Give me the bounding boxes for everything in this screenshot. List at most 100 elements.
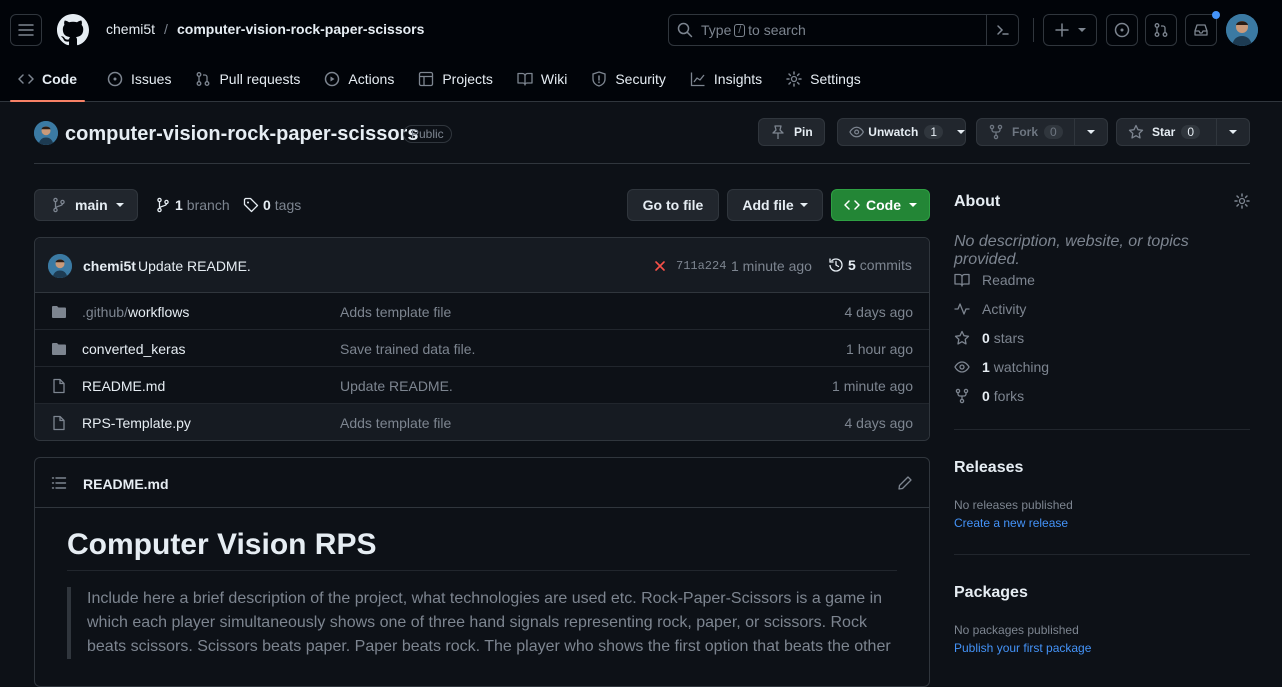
book-icon [954,273,970,287]
file-name[interactable]: .github/workflows [82,304,189,320]
tab-label: Security [615,71,666,87]
star-button[interactable]: Star 0 [1116,118,1250,146]
search-input[interactable]: Type / to search [668,14,1019,46]
pencil-icon[interactable] [897,475,913,491]
tab-projects[interactable]: Projects [410,61,501,97]
owner-link[interactable]: chemi5t [106,21,155,37]
watching-link[interactable]: 1 watching [954,359,1049,375]
tab-wiki[interactable]: Wiki [509,61,575,97]
code-label: Code [866,197,901,213]
repo-title[interactable]: computer-vision-rock-paper-scissors [65,123,418,146]
tags-link[interactable]: 0 tags [243,197,301,213]
file-commit-message[interactable]: Update README. [340,378,453,394]
publish-package-link[interactable]: Publish your first package [954,641,1091,655]
divider [954,554,1250,555]
tab-issues[interactable]: Issues [99,61,179,97]
file-row[interactable]: README.md Update README. 1 minute ago [35,367,929,404]
file-age: 4 days ago [844,415,914,431]
tab-code[interactable]: Code [10,61,85,102]
tab-insights[interactable]: Insights [682,61,770,97]
gear-icon[interactable] [1234,193,1250,209]
forks-link[interactable]: 0 forks [954,388,1024,404]
watch-count: 1 [924,125,943,139]
go-to-file-button[interactable]: Go to file [627,189,719,221]
create-new-button[interactable] [1043,14,1097,46]
file-name[interactable]: converted_keras [82,341,186,357]
tab-label: Projects [442,71,493,87]
file-row[interactable]: RPS-Template.py Adds template file 4 day… [35,404,929,440]
activity-link[interactable]: Activity [954,301,1026,317]
folder-icon [52,343,66,355]
item-count: 1 [982,359,990,375]
code-button[interactable]: Code [831,189,930,221]
list-icon[interactable] [51,475,67,491]
issue-icon [1114,22,1130,38]
tab-label: Wiki [540,71,568,87]
readme-quote-line: Include here a brief description of the … [87,590,883,607]
search-placeholder-prefix: Type [701,22,732,38]
file-path-prefix: .github/ [82,304,128,320]
pull-request-icon [1154,23,1168,37]
star-dropdown[interactable] [1217,130,1249,134]
branch-name: main [75,197,108,213]
file-commit-message[interactable]: Adds template file [340,415,451,431]
command-palette-button[interactable] [986,15,1018,45]
pin-button[interactable]: Pin [758,118,825,146]
file-age: 4 days ago [844,304,914,320]
commit-author[interactable]: chemi5t [83,258,136,274]
eye-icon [954,361,970,373]
github-logo-icon[interactable] [57,14,89,46]
releases-heading[interactable]: Releases [954,459,1023,477]
issues-button[interactable] [1106,14,1138,46]
commit-message[interactable]: Update README. [138,258,251,274]
watch-button[interactable]: Unwatch 1 [837,118,966,146]
file-row[interactable]: converted_keras Save trained data file. … [35,330,929,367]
file-commit-message[interactable]: Save trained data file. [340,341,475,357]
packages-heading[interactable]: Packages [954,584,1028,602]
star-label: Star [1152,125,1176,139]
readme-panel: README.md Computer Vision RPS Include he… [34,457,930,687]
branches-link[interactable]: 1 branch [155,197,230,213]
fork-dropdown[interactable] [1075,130,1107,134]
file-row[interactable]: .github/workflows Adds template file 4 d… [35,293,929,330]
commit-word: commits [859,257,912,273]
fork-icon [989,124,1003,140]
go-to-file-label: Go to file [642,197,704,213]
commit-sha[interactable]: 711a224 [676,259,726,273]
file-browser: chemi5t Update README. 711a224 1 minute … [34,237,930,441]
code-icon [844,200,860,210]
table-icon [419,71,434,87]
commits-link[interactable]: 5 commits [828,257,912,273]
tab-label: Insights [713,71,763,87]
x-fail-icon[interactable] [654,260,666,272]
repo-link[interactable]: computer-vision-rock-paper-scissors [177,21,424,37]
tag-icon [243,197,259,213]
create-release-link[interactable]: Create a new release [954,516,1068,530]
tab-label: Pull requests [219,71,301,87]
file-name[interactable]: README.md [82,378,165,394]
tab-security[interactable]: Security [583,61,674,97]
search-shortcut-key: / [734,23,746,37]
branch-selector[interactable]: main [34,189,138,221]
breadcrumb-separator: / [164,21,168,37]
add-file-button[interactable]: Add file [727,189,823,221]
file-name[interactable]: RPS-Template.py [82,415,191,431]
tab-label: Code [42,71,77,87]
inbox-button[interactable] [1185,11,1220,46]
fork-button[interactable]: Fork 0 [976,118,1108,146]
readme-filename[interactable]: README.md [83,476,169,492]
pull-requests-button[interactable] [1145,14,1177,46]
tab-actions[interactable]: Actions [316,61,402,97]
tab-settings[interactable]: Settings [778,61,869,97]
user-avatar[interactable] [1226,14,1258,46]
menu-button[interactable] [10,14,42,46]
readme-quote-line: which each player simultaneously shows o… [87,614,867,631]
stars-link[interactable]: 0 stars [954,330,1024,346]
file-commit-message[interactable]: Adds template file [340,304,451,320]
commit-author-avatar[interactable] [48,254,72,278]
tab-pull-requests[interactable]: Pull requests [187,61,308,97]
readme-link[interactable]: Readme [954,272,1035,288]
owner-avatar[interactable] [34,121,58,145]
inbox-icon [1194,24,1208,36]
file-age: 1 hour ago [846,341,913,357]
